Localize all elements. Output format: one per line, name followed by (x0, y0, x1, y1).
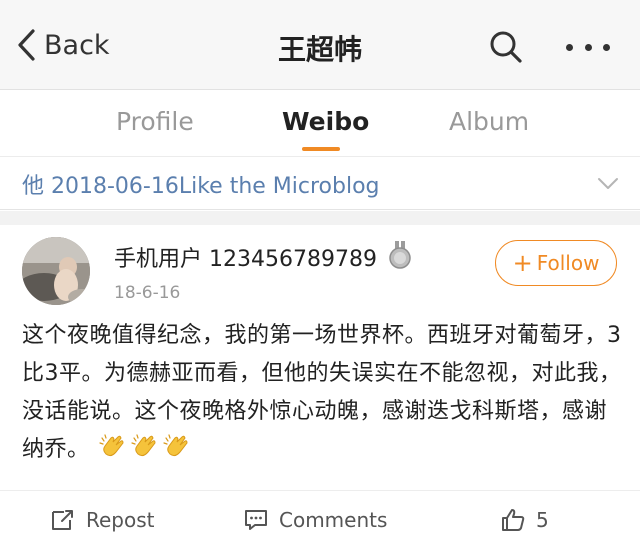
follow-label: Follow (536, 251, 600, 275)
post-actions: Repost Comments 5 (0, 490, 640, 546)
medal-icon (389, 241, 411, 269)
comments-label: Comments (279, 508, 388, 532)
filter-text: 他 2018-06-16Like the Microblog (22, 174, 380, 199)
thumbs-up-icon (502, 509, 525, 531)
page-title: 王超帏 (277, 33, 362, 66)
chevron-down-icon[interactable] (597, 172, 619, 194)
repost-button[interactable]: Repost (50, 507, 155, 533)
plus-icon: + (512, 249, 533, 277)
repost-icon (52, 510, 73, 530)
profile-tabs: Profile Weibo Album (0, 91, 640, 157)
tab-album[interactable]: Album (449, 107, 529, 136)
comment-icon (245, 510, 267, 530)
tab-weibo[interactable]: Weibo (282, 107, 369, 136)
clapping-hands-icon (131, 434, 156, 457)
post-timestamp: 18-6-16 (114, 283, 181, 303)
feed-filter-bar[interactable]: 他 2018-06-16Like the Microblog (0, 158, 640, 210)
follow-button[interactable]: + Follow (495, 240, 617, 286)
post-username[interactable]: 手机用户 123456789789 (114, 241, 377, 273)
avatar[interactable] (22, 237, 90, 305)
tab-profile[interactable]: Profile (116, 107, 194, 136)
like-button[interactable]: 5 (500, 507, 549, 533)
section-divider (0, 211, 640, 225)
search-icon[interactable] (489, 30, 523, 64)
active-tab-indicator (302, 147, 340, 151)
post-body: 这个夜晚值得纪念，我的第一场世界杯。西班牙对葡萄牙，3比3平。为德赫亚而看，但他… (22, 317, 622, 469)
more-options-icon[interactable] (566, 30, 610, 64)
top-nav-bar: Back 王超帏 (0, 0, 640, 90)
like-count: 5 (536, 508, 549, 532)
repost-label: Repost (86, 508, 155, 532)
clapping-hands-icon (163, 434, 188, 457)
clapping-hands-icon (99, 434, 124, 457)
comments-button[interactable]: Comments (243, 507, 387, 533)
post-card: 手机用户 123456789789 18-6-16 + Follow 这个夜晚值… (0, 225, 640, 557)
